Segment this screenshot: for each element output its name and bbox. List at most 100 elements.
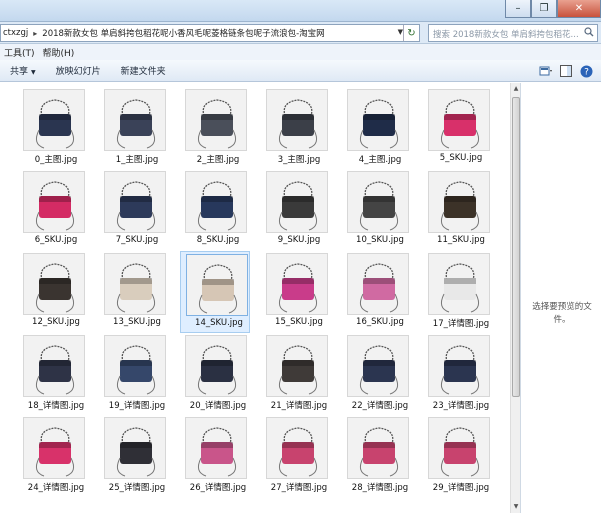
bag-image-icon	[429, 418, 489, 478]
file-item[interactable]: 22_详情图.jpg	[342, 333, 412, 415]
search-input[interactable]: 搜索 2018新款女包 单肩斜挎包稻花...	[428, 24, 598, 42]
file-thumbnail	[266, 171, 328, 233]
file-item[interactable]: 20_详情图.jpg	[180, 333, 250, 415]
file-item[interactable]: 19_详情图.jpg	[99, 333, 169, 415]
file-name: 21_详情图.jpg	[270, 401, 328, 411]
file-item[interactable]: 8_SKU.jpg	[180, 169, 250, 251]
bag-image-icon	[24, 336, 84, 396]
file-thumbnail	[23, 417, 85, 479]
file-name: 17_详情图.jpg	[432, 319, 490, 329]
file-item[interactable]: 1_主图.jpg	[99, 87, 169, 169]
file-item[interactable]: 4_主图.jpg	[342, 87, 412, 169]
file-thumbnail	[428, 171, 490, 233]
file-name: 14_SKU.jpg	[195, 318, 243, 328]
file-thumbnail	[104, 253, 166, 315]
file-item[interactable]: 17_详情图.jpg	[423, 251, 493, 333]
bag-image-icon	[348, 90, 408, 150]
minimize-button[interactable]: –	[505, 0, 531, 18]
address-bar[interactable]: ctxzgj ▸ 2018新款女包 单肩斜挎包稻花呢小香风毛呢菱格链条包呢子流浪…	[0, 24, 420, 42]
view-options-icon[interactable]	[539, 64, 553, 78]
file-item[interactable]: 11_SKU.jpg	[423, 169, 493, 251]
file-item[interactable]: 7_SKU.jpg	[99, 169, 169, 251]
file-thumbnail	[23, 89, 85, 151]
bag-image-icon	[187, 255, 247, 315]
bag-image-icon	[429, 172, 489, 232]
bag-image-icon	[267, 90, 327, 150]
file-name: 7_SKU.jpg	[115, 235, 159, 245]
file-item[interactable]: 16_SKU.jpg	[342, 251, 412, 333]
file-item[interactable]: 14_SKU.jpg	[180, 251, 250, 333]
file-name: 26_详情图.jpg	[189, 483, 247, 493]
file-thumbnail	[266, 253, 328, 315]
file-thumbnail	[347, 417, 409, 479]
file-item[interactable]: 2_主图.jpg	[180, 87, 250, 169]
search-icon[interactable]	[584, 27, 594, 37]
vertical-scrollbar[interactable]: ▲ ▼	[510, 83, 520, 513]
slideshow-button[interactable]: 放映幻灯片	[56, 64, 101, 77]
file-thumbnail	[23, 253, 85, 315]
file-item[interactable]: 25_详情图.jpg	[99, 415, 169, 497]
refresh-icon[interactable]: ↻	[403, 25, 419, 41]
search-placeholder: 搜索 2018新款女包 单肩斜挎包稻花...	[433, 30, 579, 40]
file-item[interactable]: 26_详情图.jpg	[180, 415, 250, 497]
file-thumbnail	[104, 335, 166, 397]
breadcrumb-separator-icon[interactable]: ▸	[30, 29, 40, 38]
file-name: 9_SKU.jpg	[277, 235, 321, 245]
scroll-down-icon[interactable]: ▼	[512, 503, 520, 511]
menu-item-tools[interactable]: 工具(T)	[4, 46, 35, 59]
menu-item-help[interactable]: 帮助(H)	[43, 46, 75, 59]
bag-image-icon	[267, 172, 327, 232]
help-icon[interactable]: ?	[579, 64, 593, 78]
file-name: 27_详情图.jpg	[270, 483, 328, 493]
file-item[interactable]: 29_详情图.jpg	[423, 415, 493, 497]
file-name: 18_详情图.jpg	[27, 401, 85, 411]
file-item[interactable]: 9_SKU.jpg	[261, 169, 331, 251]
file-item[interactable]: 12_SKU.jpg	[18, 251, 88, 333]
share-button[interactable]: 共享 ▼	[10, 64, 36, 77]
file-name: 28_详情图.jpg	[351, 483, 409, 493]
file-name: 19_详情图.jpg	[108, 401, 166, 411]
file-item[interactable]: 18_详情图.jpg	[18, 333, 88, 415]
breadcrumb-segment[interactable]: 2018新款女包 单肩斜挎包稻花呢小香风毛呢菱格链条包呢子流浪包-淘宝网	[40, 27, 326, 39]
file-list: 0_主图.jpg 1_主图.jpg 2_主图.jpg 3_主图.jpg 4_主图.jpg…	[0, 83, 510, 513]
scroll-up-icon[interactable]: ▲	[512, 85, 520, 93]
bag-image-icon	[348, 254, 408, 314]
bag-image-icon	[105, 172, 165, 232]
restore-button[interactable]: ❐	[531, 0, 557, 18]
file-thumbnail	[266, 335, 328, 397]
scrollbar-thumb[interactable]	[512, 97, 520, 397]
file-name: 29_详情图.jpg	[432, 483, 490, 493]
file-thumbnail	[23, 335, 85, 397]
file-item[interactable]: 0_主图.jpg	[18, 87, 88, 169]
bag-image-icon	[267, 418, 327, 478]
file-item[interactable]: 6_SKU.jpg	[18, 169, 88, 251]
svg-text:?: ?	[584, 67, 589, 77]
chevron-down-icon: ▼	[31, 69, 36, 76]
menu-bar: 工具(T) 帮助(H)	[0, 44, 601, 60]
file-thumbnail	[428, 89, 490, 151]
bag-image-icon	[186, 172, 246, 232]
file-item[interactable]: 21_详情图.jpg	[261, 333, 331, 415]
bag-image-icon	[24, 172, 84, 232]
file-item[interactable]: 28_详情图.jpg	[342, 415, 412, 497]
preview-pane-icon[interactable]	[559, 64, 573, 78]
new-folder-button[interactable]: 新建文件夹	[121, 64, 166, 77]
file-name: 16_SKU.jpg	[356, 317, 404, 327]
file-thumbnail	[104, 417, 166, 479]
file-name: 6_SKU.jpg	[34, 235, 78, 245]
file-item[interactable]: 3_主图.jpg	[261, 87, 331, 169]
file-name: 24_详情图.jpg	[27, 483, 85, 493]
file-item[interactable]: 27_详情图.jpg	[261, 415, 331, 497]
breadcrumb-segment[interactable]: ctxzgj	[1, 28, 30, 38]
file-item[interactable]: 13_SKU.jpg	[99, 251, 169, 333]
file-item[interactable]: 15_SKU.jpg	[261, 251, 331, 333]
file-thumbnail	[428, 335, 490, 397]
file-item[interactable]: 24_详情图.jpg	[18, 415, 88, 497]
bag-image-icon	[267, 254, 327, 314]
file-item[interactable]: 5_SKU.jpg	[423, 87, 493, 169]
close-button[interactable]: ✕	[557, 0, 601, 18]
file-name: 2_主图.jpg	[196, 155, 240, 165]
file-item[interactable]: 23_详情图.jpg	[423, 333, 493, 415]
file-name: 1_主图.jpg	[115, 155, 159, 165]
file-item[interactable]: 10_SKU.jpg	[342, 169, 412, 251]
